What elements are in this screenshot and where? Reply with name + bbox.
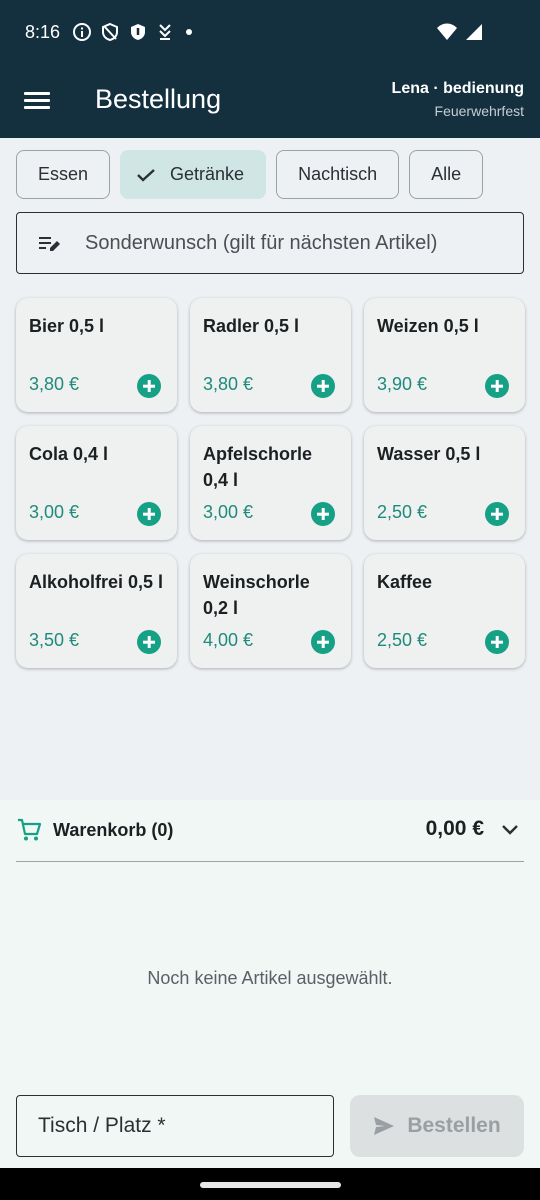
chip-getraenke[interactable]: Getränke	[120, 150, 267, 199]
cart-empty-message: Noch keine Artikel ausgewählt.	[147, 968, 393, 988]
product-name: Weizen 0,5 l	[377, 316, 479, 336]
product-card[interactable]: Alkoholfrei 0,5 l 3,50 €	[16, 554, 177, 668]
product-name: Weinschorle 0,2 l	[203, 572, 310, 618]
send-icon	[374, 1117, 395, 1135]
order-button-label: Bestellen	[407, 1114, 501, 1137]
add-circle-icon[interactable]	[311, 374, 335, 398]
cart-header[interactable]: Warenkorb (0) 0,00 €	[16, 800, 524, 862]
chevron-down-icon[interactable]	[500, 820, 520, 840]
dot-icon	[182, 22, 196, 42]
product-name: Bier 0,5 l	[29, 316, 105, 336]
shield-outline-icon	[100, 22, 120, 42]
app-bar: Bestellung Lena · bedienung Feuerwehrfes…	[0, 66, 540, 138]
add-circle-icon[interactable]	[485, 502, 509, 526]
download-arrows-icon	[156, 22, 174, 42]
notification-icons	[72, 22, 196, 42]
cart-total: 0,00 €	[425, 817, 484, 840]
signal-icon	[464, 22, 484, 47]
cart-label: Warenkorb (0)	[53, 820, 174, 840]
product-price: 2,50 €	[377, 502, 428, 522]
product-name: Kaffee	[377, 572, 433, 592]
page-title: Bestellung	[95, 84, 222, 114]
add-circle-icon[interactable]	[137, 502, 161, 526]
chip-alle[interactable]: Alle	[409, 150, 484, 199]
product-price: 3,00 €	[203, 502, 254, 522]
chip-essen[interactable]: Essen	[16, 150, 111, 199]
add-circle-icon[interactable]	[485, 630, 509, 654]
product-name: Alkoholfrei 0,5 l	[29, 572, 164, 592]
table-seat-input[interactable]: Tisch / Platz *	[16, 1095, 334, 1157]
product-price: 3,90 €	[377, 374, 428, 394]
product-price: 4,00 €	[203, 630, 254, 650]
add-circle-icon[interactable]	[311, 630, 335, 654]
add-circle-icon[interactable]	[311, 502, 335, 526]
product-price: 3,80 €	[203, 374, 254, 394]
event-name: Feuerwehrfest	[434, 103, 524, 119]
product-name: Apfelschorle 0,4 l	[203, 444, 313, 490]
status-time: 8:16	[25, 22, 61, 42]
chip-nachtisch[interactable]: Nachtisch	[276, 150, 400, 199]
user-info: Lena · bedienung Feuerwehrfest	[392, 80, 524, 119]
product-card[interactable]: Apfelschorle 0,4 l 3,00 €	[190, 426, 351, 540]
product-grid: Bier 0,5 l 3,80 € Radler 0,5 l 3,80 € We…	[16, 298, 525, 668]
menu-button[interactable]	[22, 88, 52, 116]
special-request-placeholder: Sonderwunsch (gilt für nächsten Artikel)	[85, 231, 438, 254]
product-price: 3,80 €	[29, 374, 80, 394]
add-circle-icon[interactable]	[137, 630, 161, 654]
shield-filled-icon	[128, 22, 148, 42]
home-gesture-handle[interactable]	[200, 1182, 341, 1188]
navigation-bar	[0, 1168, 540, 1200]
product-price: 2,50 €	[377, 630, 428, 650]
add-circle-icon[interactable]	[485, 374, 509, 398]
shopping-cart-icon	[18, 818, 42, 841]
product-card[interactable]: Weinschorle 0,2 l 4,00 €	[190, 554, 351, 668]
category-chips: Essen Getränke Nachtisch Alle	[16, 150, 484, 199]
product-name: Radler 0,5 l	[203, 316, 300, 336]
product-card[interactable]: Weizen 0,5 l 3,90 €	[364, 298, 525, 412]
product-card[interactable]: Wasser 0,5 l 2,50 €	[364, 426, 525, 540]
check-icon	[137, 168, 155, 182]
product-name: Wasser 0,5 l	[377, 444, 481, 464]
user-name-role: Lena · bedienung	[391, 80, 524, 97]
product-name: Cola 0,4 l	[29, 444, 109, 464]
edit-note-icon	[39, 237, 60, 251]
product-card[interactable]: Bier 0,5 l 3,80 €	[16, 298, 177, 412]
product-price: 3,00 €	[29, 502, 80, 522]
product-card[interactable]: Radler 0,5 l 3,80 €	[190, 298, 351, 412]
menu-icon	[24, 92, 50, 95]
info-icon	[72, 22, 92, 42]
special-request-input[interactable]: Sonderwunsch (gilt für nächsten Artikel)	[16, 212, 524, 274]
status-bar: 8:16	[0, 0, 540, 66]
product-price: 3,50 €	[29, 630, 80, 650]
product-card[interactable]: Cola 0,4 l 3,00 €	[16, 426, 177, 540]
system-icons	[436, 22, 484, 47]
wifi-icon	[436, 22, 458, 47]
order-button[interactable]: Bestellen	[350, 1095, 524, 1157]
table-seat-placeholder: Tisch / Platz *	[38, 1114, 166, 1137]
product-card[interactable]: Kaffee 2,50 €	[364, 554, 525, 668]
add-circle-icon[interactable]	[137, 374, 161, 398]
